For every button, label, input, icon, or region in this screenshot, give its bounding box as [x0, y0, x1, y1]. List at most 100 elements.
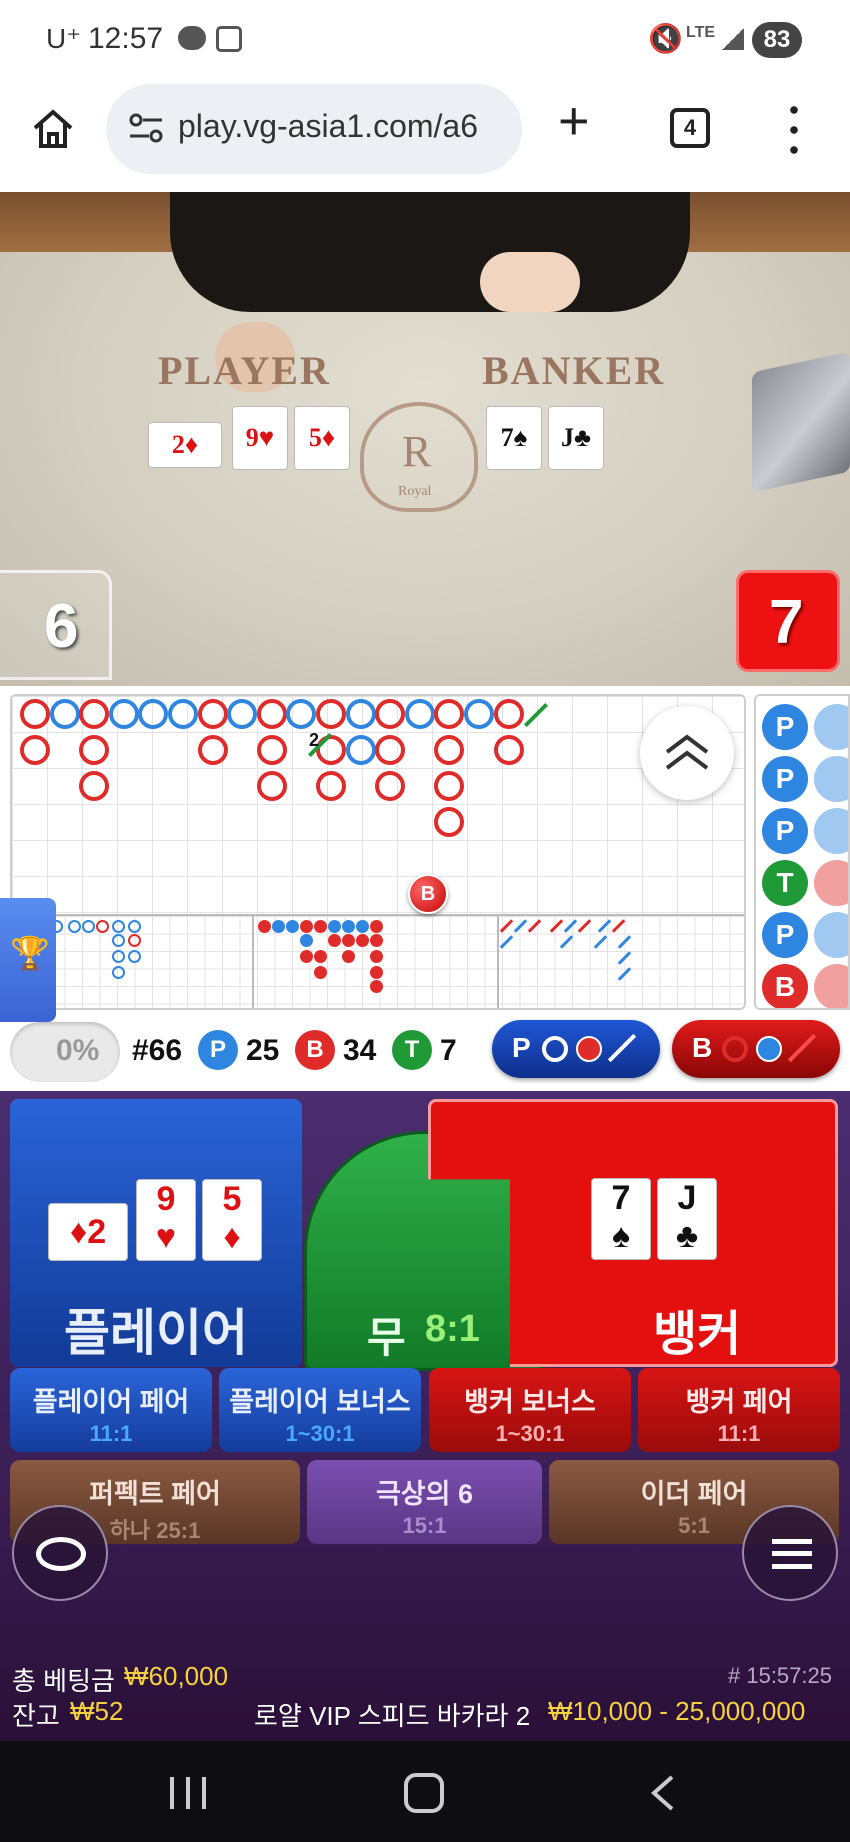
- double-chevron-up-icon: [665, 734, 709, 770]
- banker-ring: [434, 735, 465, 765]
- total-bet-value: ₩60,000: [124, 1661, 229, 1691]
- recents-icon[interactable]: [170, 1777, 206, 1809]
- banker-ring: [79, 735, 110, 765]
- cockroach-mark: [611, 919, 626, 933]
- menu-button[interactable]: [742, 1505, 838, 1601]
- back-icon[interactable]: [648, 1773, 678, 1813]
- cockroach-mark: [513, 919, 528, 933]
- banker-bonus-bet[interactable]: 뱅커 보너스 1~30:1: [429, 1368, 631, 1452]
- balance-value: ₩52: [70, 1696, 124, 1726]
- bead-road: PPPTPB: [754, 694, 850, 1010]
- slash-icon: [607, 1033, 637, 1063]
- small-road-mark: [300, 950, 313, 963]
- address-bar[interactable]: play.vg-asia1.com/a6: [106, 84, 522, 174]
- banker-pair-label: 뱅커 페어: [685, 1387, 793, 1417]
- big-eye-mark: [68, 920, 81, 933]
- player-count-icon: P: [198, 1030, 238, 1070]
- cockroach-mark: [617, 967, 632, 981]
- big-eye-mark: [96, 920, 109, 933]
- hamburger-icon: [772, 1539, 812, 1569]
- collapse-roadmap-button[interactable]: [640, 706, 734, 800]
- banker-ring: [493, 735, 524, 765]
- round-number: #66: [132, 1034, 183, 1067]
- banker-ring: [316, 699, 346, 729]
- table-card-player-3: 5♦: [294, 406, 350, 470]
- percent-toggle[interactable]: 0%: [10, 1022, 120, 1082]
- small-road-mark: [370, 966, 383, 979]
- player-card-1: ♦2: [48, 1203, 128, 1261]
- bead-partial: [814, 808, 848, 854]
- tie-label: 무: [367, 1314, 406, 1361]
- banker-ring: [20, 735, 50, 765]
- player-card-3: 5 ♦: [202, 1179, 262, 1261]
- banker-ring: [316, 771, 346, 801]
- tie-count: 7: [440, 1034, 457, 1067]
- player-bet-spot[interactable]: ♦2 9 ♥ 5 ♦ 플레이어: [10, 1099, 302, 1367]
- small-road-mark: [342, 934, 355, 947]
- small-road-mark: [300, 920, 313, 933]
- banker-ring: [375, 771, 406, 801]
- banker-pair-bet[interactable]: 뱅커 페어 11:1: [638, 1368, 840, 1452]
- player-ring: [168, 699, 198, 729]
- tie-count-icon: T: [392, 1030, 432, 1070]
- trophy-button[interactable]: 🏆: [0, 898, 56, 1022]
- banker-bonus-label: 뱅커 보너스: [464, 1387, 596, 1417]
- banker-card-1: 7 ♠: [591, 1178, 651, 1260]
- bead-B: B: [762, 964, 808, 1008]
- tab-count-button[interactable]: 4: [670, 108, 710, 148]
- table-card-player-2: 9♥: [232, 406, 288, 470]
- player-pair-bet[interactable]: 플레이어 페어 11:1: [10, 1368, 212, 1452]
- small-road-mark: [314, 920, 327, 933]
- player-ask-button[interactable]: P: [492, 1020, 660, 1078]
- small-road-mark: [356, 920, 369, 933]
- chat-icon: [36, 1537, 86, 1571]
- banker-label: 뱅커: [653, 1308, 742, 1361]
- new-tab-icon[interactable]: +: [558, 94, 590, 148]
- big-road-board[interactable]: 2 B: [10, 694, 746, 1010]
- banker-ask-label: B: [692, 1032, 713, 1063]
- small-road-mark: [356, 934, 369, 947]
- small-road-mark: [328, 934, 341, 947]
- more-menu-icon[interactable]: [790, 100, 798, 158]
- player-ring: [286, 699, 317, 729]
- betting-area: ♦2 9 ♥ 5 ♦ 플레이어 무 8:1 7 ♠ J ♣ 뱅커 플레이어 페어 11:…: [0, 1091, 850, 1741]
- banker-ring: [434, 699, 465, 729]
- slash-icon: [787, 1033, 817, 1063]
- dealer-hand: [480, 252, 580, 312]
- bead-partial: [814, 860, 848, 906]
- site-settings-icon[interactable]: [128, 112, 164, 144]
- royal-logo: R Royal: [360, 402, 478, 512]
- small-road-mark: [370, 950, 383, 963]
- tie-odds: 8:1: [425, 1308, 480, 1350]
- banker-pair-odds: 11:1: [717, 1421, 761, 1446]
- chat-button[interactable]: [12, 1505, 108, 1601]
- screenshot-icon: [216, 26, 242, 52]
- live-video: PLAYER BANKER R Royal 2♦ 9♥ 5♦ 7♠ J♣ 6 7: [0, 192, 850, 686]
- big-eye-mark: [112, 920, 125, 933]
- player-card-2: 9 ♥: [136, 1179, 196, 1261]
- small-road-mark: [370, 980, 383, 993]
- big-eye-mark: [128, 950, 141, 963]
- super-six-bet[interactable]: 극상의 6 15:1: [307, 1460, 542, 1544]
- banker-ring: [79, 771, 110, 801]
- network-label: LTE: [686, 24, 716, 41]
- player-bonus-odds: 1~30:1: [285, 1421, 355, 1446]
- player-table-label: PLAYER: [158, 348, 331, 393]
- super-six-odds: 15:1: [402, 1513, 447, 1538]
- small-road-mark: [300, 934, 313, 947]
- carrier-label: U⁺: [46, 23, 81, 54]
- big-eye-mark: [112, 966, 125, 979]
- bead-T: T: [762, 860, 808, 906]
- player-label: 플레이어: [64, 1305, 248, 1361]
- total-bet-label: 총 베팅금: [12, 1666, 115, 1696]
- player-score: 6: [44, 592, 79, 661]
- balance-label: 잔고: [12, 1701, 60, 1731]
- banker-ring: [316, 735, 346, 765]
- bet-limits: ₩10,000 - 25,000,000: [548, 1696, 806, 1726]
- banker-ask-button[interactable]: B: [672, 1020, 840, 1078]
- ring-icon: [542, 1036, 568, 1062]
- player-bonus-bet[interactable]: 플레이어 보너스 1~30:1: [219, 1368, 421, 1452]
- home-icon[interactable]: [30, 106, 76, 152]
- home-nav-icon[interactable]: [404, 1773, 444, 1813]
- banker-ring: [375, 699, 406, 729]
